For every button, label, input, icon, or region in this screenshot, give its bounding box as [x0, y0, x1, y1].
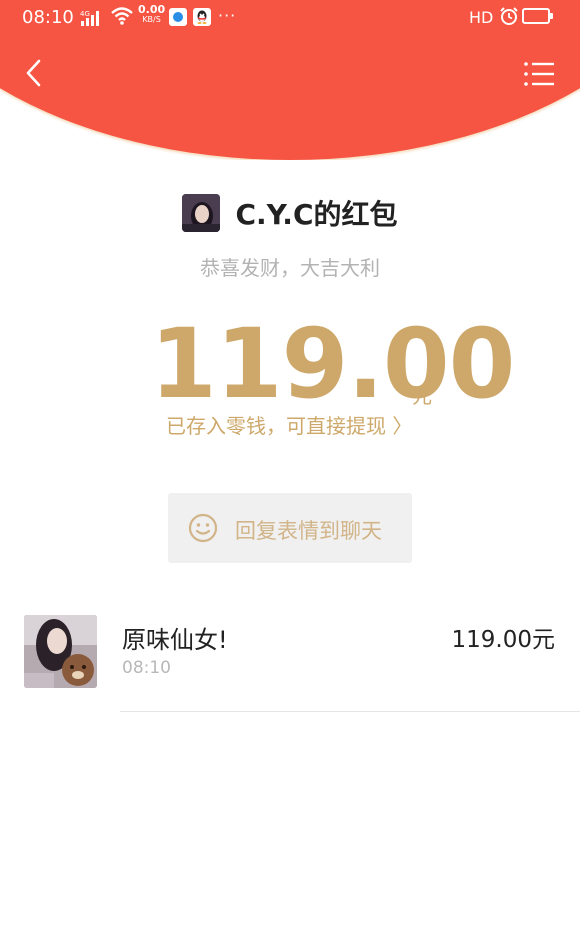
speed-unit: KB/S	[142, 15, 161, 24]
network-speed: 0.00 KB/S	[138, 3, 166, 25]
qq-icon	[193, 8, 211, 26]
app-notification-icon	[169, 8, 187, 26]
wifi-icon	[111, 7, 133, 25]
saved-to-balance-link[interactable]: 已存入零钱，可直接提现 〉	[166, 410, 412, 439]
reply-sticker-button[interactable]: 回复表情到聊天	[168, 493, 412, 563]
smiley-face-icon	[188, 513, 218, 543]
receive-time: 08:10	[122, 658, 171, 678]
more-notifications: ···	[218, 6, 237, 25]
receiver-avatar[interactable]	[24, 615, 97, 688]
svg-text:4G: 4G	[80, 10, 90, 18]
menu-button[interactable]	[522, 60, 556, 88]
receiver-name: 原味仙女!	[122, 626, 228, 654]
list-menu-icon	[524, 62, 554, 86]
speed-value: 0.00	[138, 3, 166, 16]
divider	[120, 711, 580, 712]
chevron-left-icon	[26, 59, 41, 87]
status-bar: 08:10 4G 0.00 KB/S ··· HD 79	[0, 0, 580, 34]
header: 08:10 4G 0.00 KB/S ··· HD 79	[0, 0, 580, 160]
battery-level: 79	[528, 9, 544, 22]
amount-value: 119.00	[150, 308, 515, 420]
sender-row: C.Y.C的红包	[0, 193, 580, 236]
battery-icon: 79	[522, 8, 550, 24]
sender-avatar[interactable]	[182, 194, 221, 232]
sender-title: C.Y.C的红包	[235, 198, 398, 231]
receive-amount: 119.00元	[451, 627, 555, 653]
status-time: 08:10	[22, 7, 74, 28]
alarm-icon	[500, 7, 518, 25]
list-item[interactable]: 原味仙女! 08:10 119.00元	[0, 612, 580, 712]
signal-icon: 4G	[80, 10, 99, 26]
back-button[interactable]	[20, 58, 50, 88]
battery-tip	[550, 13, 553, 19]
blessing-message: 恭喜发财，大吉大利	[200, 256, 380, 280]
hd-indicator: HD	[469, 8, 494, 27]
amount-unit: 元	[412, 384, 432, 408]
reply-button-label: 回复表情到聊天	[235, 519, 382, 543]
